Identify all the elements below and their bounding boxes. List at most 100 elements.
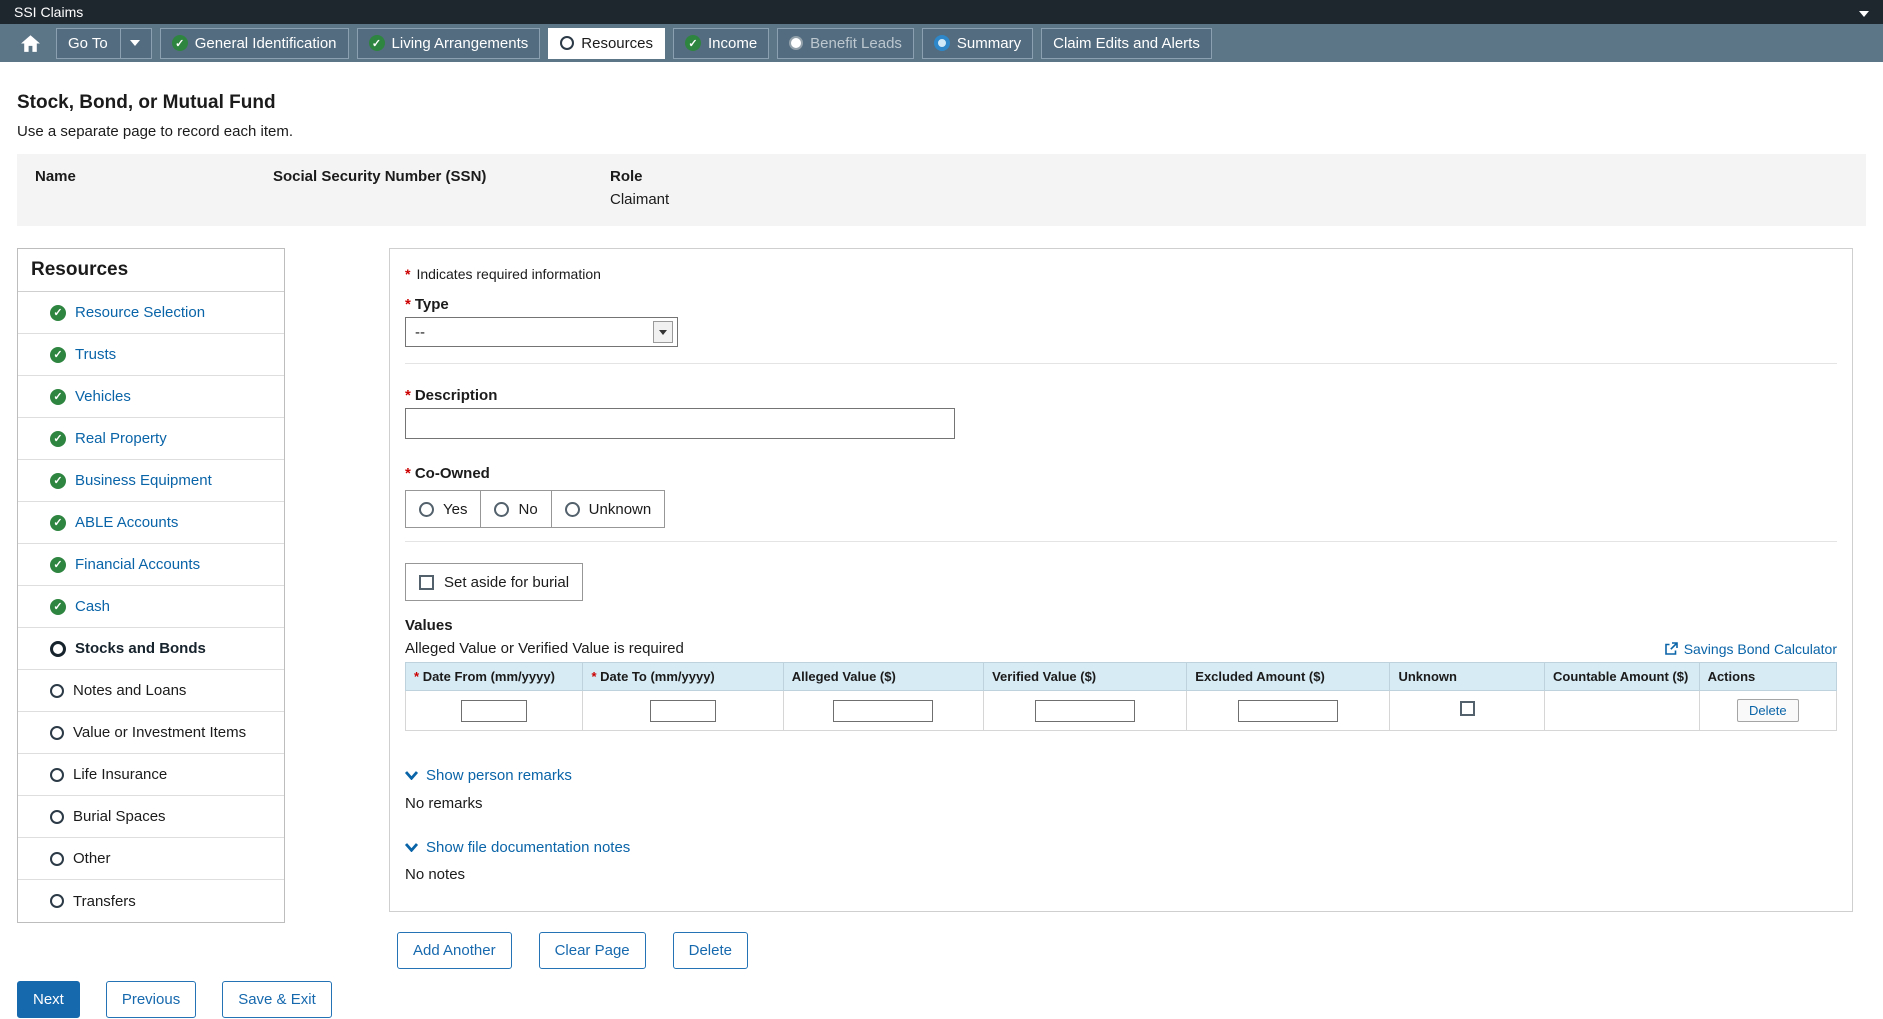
role-label: Role	[610, 168, 669, 185]
values-note: Alleged Value or Verified Value is requi…	[405, 640, 684, 657]
complete-check-icon	[172, 35, 188, 51]
sidebar-item-burial-spaces[interactable]: Burial Spaces	[18, 796, 284, 838]
col-header-alleged-value: Alleged Value ($)	[783, 663, 983, 691]
notes-empty-text: No notes	[405, 866, 1837, 883]
co-owned-no-radio[interactable]: No	[481, 491, 551, 527]
add-another-button[interactable]: Add Another	[397, 932, 512, 969]
select-dropdown-icon	[653, 321, 673, 343]
titlebar-chevron-down-icon[interactable]	[1859, 4, 1869, 20]
sidebar-item-life-insurance[interactable]: Life Insurance	[18, 754, 284, 796]
sidebar-item-notes-and-loans[interactable]: Notes and Loans	[18, 670, 284, 712]
form-actions: Add Another Clear Page Delete	[389, 932, 1853, 969]
excluded-amount-input[interactable]	[1238, 700, 1338, 722]
description-input[interactable]	[405, 408, 955, 439]
sidebar-title: Resources	[18, 249, 284, 292]
save-and-exit-button[interactable]: Save & Exit	[222, 981, 332, 1018]
complete-check-icon	[50, 599, 66, 615]
app-titlebar: SSI Claims	[0, 0, 1883, 24]
person-remarks-toggle[interactable]: Show person remarks	[405, 767, 572, 784]
col-header-countable-amount: Countable Amount ($)	[1545, 663, 1700, 691]
file-notes-toggle[interactable]: Show file documentation notes	[405, 839, 630, 856]
alleged-value-input[interactable]	[833, 700, 933, 722]
chevron-down-icon	[405, 843, 418, 852]
name-label: Name	[35, 168, 273, 185]
sidebar-item-cash[interactable]: Cash	[18, 586, 284, 628]
not-started-circle-icon	[50, 894, 64, 908]
ssn-label: Social Security Number (SSN)	[273, 168, 610, 185]
burial-checkbox-group[interactable]: Set aside for burial	[405, 563, 583, 601]
required-asterisk: *	[405, 387, 411, 404]
verified-value-input[interactable]	[1035, 700, 1135, 722]
sidebar-item-financial-accounts[interactable]: Financial Accounts	[18, 544, 284, 586]
sidebar-item-vehicles[interactable]: Vehicles	[18, 376, 284, 418]
app-title: SSI Claims	[14, 4, 83, 20]
tab-living-arrangements[interactable]: Living Arrangements	[357, 28, 541, 59]
sidebar-item-business-equipment[interactable]: Business Equipment	[18, 460, 284, 502]
delete-button[interactable]: Delete	[673, 932, 748, 969]
co-owned-label: * Co-Owned	[405, 465, 1837, 482]
required-asterisk: *	[405, 465, 411, 482]
sidebar-item-resource-selection[interactable]: Resource Selection	[18, 292, 284, 334]
not-started-circle-icon	[50, 852, 64, 866]
col-header-actions: Actions	[1699, 663, 1836, 691]
sidebar-item-stocks-and-bonds[interactable]: Stocks and Bonds	[18, 628, 284, 670]
remarks-empty-text: No remarks	[405, 795, 1837, 812]
date-to-input[interactable]	[650, 700, 716, 722]
sidebar-item-other[interactable]: Other	[18, 838, 284, 880]
type-label: * Type	[405, 296, 1837, 313]
primary-nav: Go To General Identification Living Arra…	[0, 24, 1883, 62]
complete-check-icon	[50, 347, 66, 363]
savings-bond-calculator-link[interactable]: Savings Bond Calculator	[1664, 641, 1837, 657]
col-header-excluded-amount: Excluded Amount ($)	[1187, 663, 1390, 691]
tab-benefit-leads: Benefit Leads	[777, 28, 914, 59]
tab-claim-edits-and-alerts[interactable]: Claim Edits and Alerts	[1041, 28, 1212, 59]
role-value: Claimant	[610, 191, 669, 208]
co-owned-unknown-radio[interactable]: Unknown	[552, 491, 665, 527]
radio-icon	[494, 502, 509, 517]
not-started-circle-icon	[50, 768, 64, 782]
sidebar-item-trusts[interactable]: Trusts	[18, 334, 284, 376]
page-subtitle: Use a separate page to record each item.	[17, 123, 1866, 140]
sidebar-item-value-or-investment-items[interactable]: Value or Investment Items	[18, 712, 284, 754]
external-link-icon	[1664, 642, 1678, 656]
required-info-note: * Indicates required information	[405, 266, 1837, 282]
page-title: Stock, Bond, or Mutual Fund	[17, 92, 1866, 114]
complete-check-icon	[50, 557, 66, 573]
previous-button[interactable]: Previous	[106, 981, 196, 1018]
co-owned-radio-group: Yes No Unknown	[405, 490, 665, 528]
complete-check-icon	[369, 35, 385, 51]
sidebar-item-transfers[interactable]: Transfers	[18, 880, 284, 922]
description-label: * Description	[405, 387, 1837, 404]
complete-check-icon	[50, 305, 66, 321]
in-progress-circle-icon	[934, 35, 950, 51]
next-button[interactable]: Next	[17, 981, 80, 1018]
values-heading: Values	[405, 617, 1837, 634]
tab-general-identification[interactable]: General Identification	[160, 28, 349, 59]
chevron-down-icon	[120, 29, 140, 58]
tab-resources[interactable]: Resources	[548, 28, 665, 59]
complete-check-icon	[50, 473, 66, 489]
sidebar-item-real-property[interactable]: Real Property	[18, 418, 284, 460]
type-select-value: --	[415, 324, 425, 341]
sidebar-item-able-accounts[interactable]: ABLE Accounts	[18, 502, 284, 544]
date-from-input[interactable]	[461, 700, 527, 722]
row-delete-button[interactable]: Delete	[1737, 699, 1799, 722]
co-owned-yes-radio[interactable]: Yes	[406, 491, 481, 527]
tab-income[interactable]: Income	[673, 28, 769, 59]
goto-dropdown[interactable]: Go To	[56, 28, 152, 59]
type-select[interactable]: --	[405, 317, 678, 347]
disabled-circle-icon	[789, 36, 803, 50]
not-started-circle-icon	[50, 726, 64, 740]
col-header-verified-value: Verified Value ($)	[984, 663, 1187, 691]
clear-page-button[interactable]: Clear Page	[539, 932, 646, 969]
required-asterisk: *	[405, 266, 410, 282]
unknown-checkbox[interactable]	[1460, 701, 1475, 716]
radio-icon	[565, 502, 580, 517]
page-footer-nav: Next Previous Save & Exit	[17, 981, 1883, 1018]
home-icon	[21, 35, 40, 52]
tab-summary[interactable]: Summary	[922, 28, 1033, 59]
chevron-down-icon	[405, 771, 418, 780]
col-header-date-from: * Date From (mm/yyyy)	[406, 663, 583, 691]
home-button[interactable]	[12, 28, 48, 59]
burial-checkbox[interactable]	[419, 575, 434, 590]
